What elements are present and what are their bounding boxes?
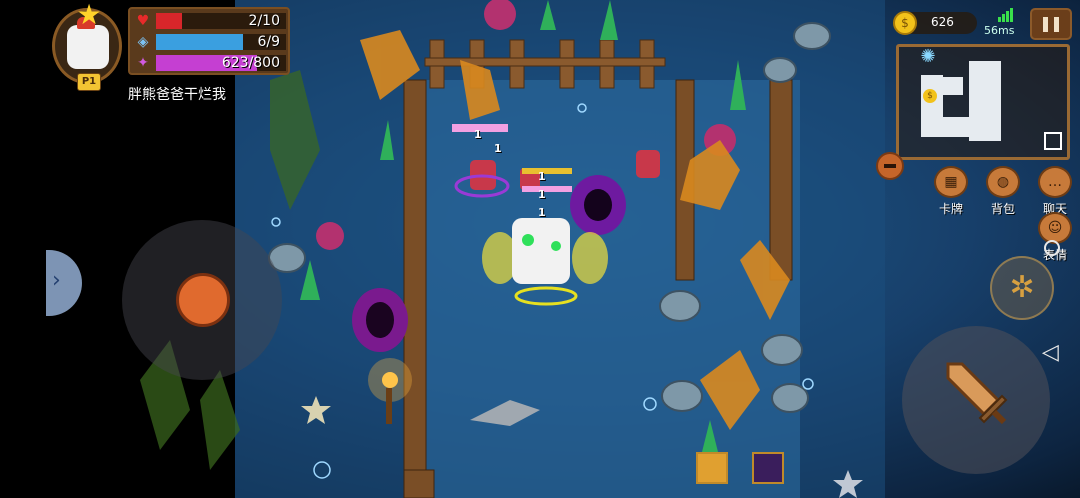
armor-text: 6/9 bbox=[257, 34, 280, 50]
cards-button[interactable]: ▦ 卡牌 bbox=[932, 166, 970, 216]
minimap-room bbox=[943, 77, 963, 95]
armor-bar: 6/9 bbox=[156, 34, 286, 50]
minimap-coin-icon: $ bbox=[923, 89, 937, 103]
armor-fill bbox=[156, 34, 243, 50]
hp-fill bbox=[156, 13, 182, 29]
chat-icon: … bbox=[1038, 166, 1072, 198]
player-badge: P1 bbox=[77, 73, 101, 91]
backpack-icon: ◍ bbox=[986, 166, 1020, 198]
item-slot-demon[interactable] bbox=[752, 452, 784, 484]
coin-counter: $ 626 bbox=[893, 11, 977, 35]
player-stats-panel: ♥ 2/10 ◈ 6/9 ✦ 623/800 bbox=[128, 7, 290, 75]
armor-row: ◈ 6/9 bbox=[134, 33, 286, 51]
attack-button[interactable] bbox=[902, 326, 1050, 474]
cards-label: 卡牌 bbox=[938, 202, 963, 216]
joystick-knob[interactable] bbox=[176, 273, 230, 327]
system-home-icon[interactable] bbox=[1044, 240, 1060, 256]
map-expand-icon[interactable] bbox=[1044, 132, 1062, 150]
hp-bar: 2/10 bbox=[156, 13, 286, 29]
minimap-room bbox=[969, 61, 1001, 141]
energy-row: ✦ 623/800 bbox=[134, 54, 286, 72]
ping-text: 56ms bbox=[984, 24, 1015, 37]
cards-icon: ▦ bbox=[934, 166, 968, 198]
energy-icon: ✦ bbox=[137, 55, 149, 71]
minimap-room bbox=[943, 117, 969, 137]
energy-text: 623/800 bbox=[221, 55, 280, 71]
minimap-room bbox=[921, 75, 943, 137]
damage-number: 1 bbox=[538, 188, 546, 201]
map-collapse-button[interactable] bbox=[876, 152, 904, 180]
damage-number: 1 bbox=[474, 128, 482, 141]
damage-number: 1 bbox=[494, 142, 502, 155]
emote-icon: ☺ bbox=[1038, 212, 1072, 244]
portal-icon: ✺ bbox=[920, 46, 936, 67]
backpack-label: 背包 bbox=[990, 202, 1015, 216]
hp-text: 2/10 bbox=[248, 13, 280, 29]
shield-icon: ◈ bbox=[137, 34, 149, 50]
chicken-portrait bbox=[67, 25, 109, 69]
player-name: 胖熊爸爸干烂我 bbox=[128, 87, 226, 103]
signal-icon bbox=[998, 8, 1014, 22]
damage-number: 1 bbox=[538, 170, 546, 183]
skill-icon: ✲ bbox=[1009, 270, 1035, 305]
item-slot-helmet[interactable] bbox=[696, 452, 728, 484]
heart-icon: ♥ bbox=[136, 13, 150, 29]
hp-row: ♥ 2/10 bbox=[134, 12, 286, 30]
game-viewport[interactable]: 1 1 1 1 1 ★ P1 ♥ 2/10 ◈ 6/9 ✦ 623/800 胖熊… bbox=[0, 0, 1080, 498]
sword-icon bbox=[946, 362, 1008, 425]
chevron-right-icon: › bbox=[52, 268, 61, 293]
coin-count: 626 bbox=[931, 15, 954, 29]
chat-button[interactable]: … 聊天 bbox=[1036, 166, 1074, 216]
skill-button[interactable]: ✲ bbox=[990, 256, 1054, 320]
star-icon: ★ bbox=[76, 0, 102, 31]
energy-bar: 623/800 bbox=[156, 55, 286, 71]
system-back-icon[interactable]: ◁ bbox=[1042, 340, 1059, 365]
damage-number: 1 bbox=[538, 206, 546, 219]
pause-button[interactable] bbox=[1030, 8, 1072, 40]
backpack-button[interactable]: ◍ 背包 bbox=[984, 166, 1022, 216]
coin-icon: $ bbox=[893, 11, 917, 35]
